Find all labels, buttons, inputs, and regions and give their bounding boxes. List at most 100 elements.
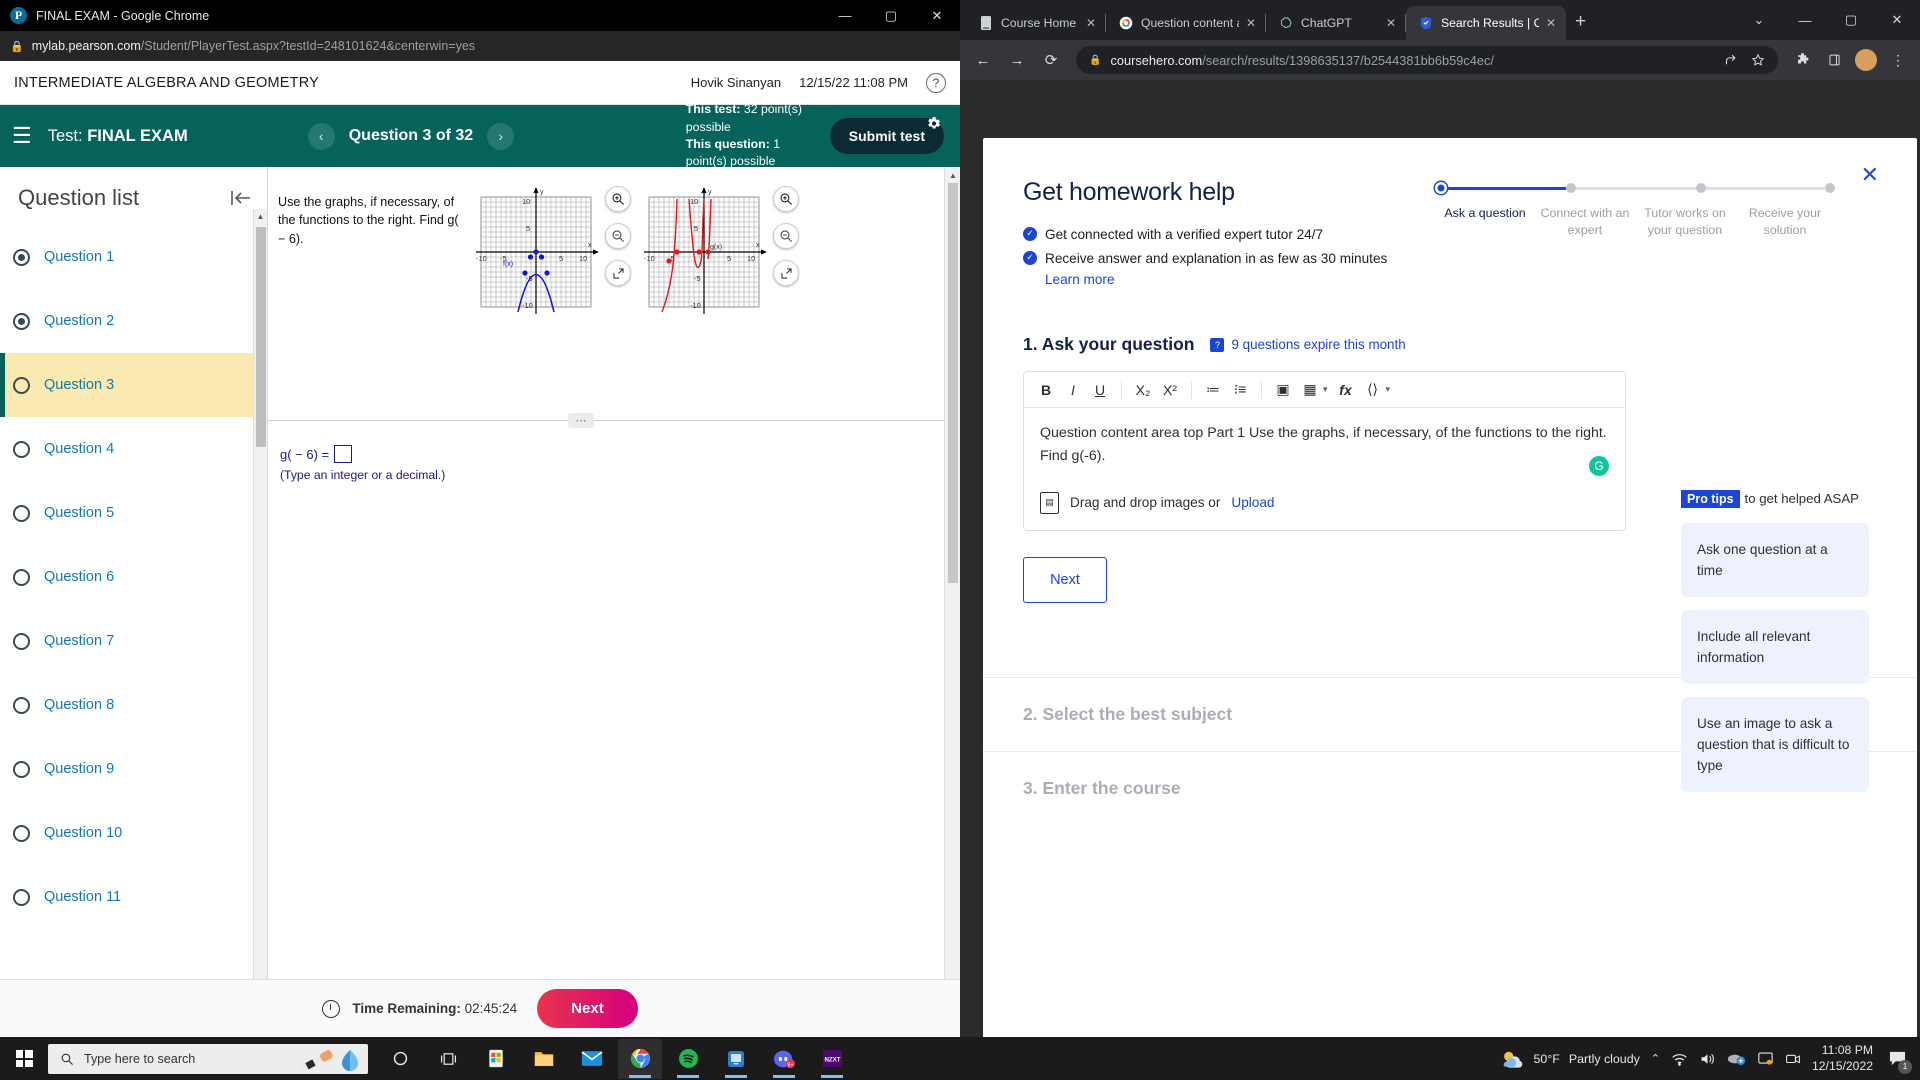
question-textarea[interactable]: Question content area top Part 1 Use the… — [1024, 408, 1625, 477]
network-icon[interactable] — [1727, 1052, 1746, 1066]
table-icon[interactable]: ▦ — [1298, 378, 1322, 402]
next-question-button-footer[interactable]: Next — [537, 989, 638, 1028]
question-list-item[interactable]: Question 9 — [0, 737, 267, 801]
minimize-button[interactable]: — — [822, 0, 868, 31]
hamburger-menu-icon[interactable]: ☰ — [12, 125, 32, 147]
close-icon[interactable]: ✕ — [1861, 162, 1879, 188]
notification-icon[interactable]: 1 — [1884, 1046, 1912, 1074]
image-dropzone[interactable]: ▤ Drag and drop images or Upload — [1024, 478, 1625, 530]
page-scrollbar-thumb[interactable] — [948, 183, 958, 583]
zoom-out-icon[interactable] — [773, 223, 799, 249]
question-list-item[interactable]: Question 3 — [0, 353, 267, 417]
page-scroll-up-icon[interactable]: ▲ — [945, 167, 960, 183]
maximize-button[interactable]: ▢ — [868, 0, 914, 31]
forward-button[interactable]: → — [1002, 45, 1032, 75]
task-view-icon[interactable] — [426, 1039, 470, 1079]
dialog-next-button[interactable]: Next — [1023, 556, 1107, 603]
answer-input[interactable] — [334, 445, 353, 463]
panel-icon[interactable] — [1820, 46, 1848, 74]
prev-question-button[interactable]: ‹ — [307, 122, 335, 150]
tray-chevron-icon[interactable]: ⌃ — [1651, 1052, 1660, 1065]
wifi-icon[interactable] — [1671, 1052, 1688, 1066]
reload-button[interactable]: ⟳ — [1036, 45, 1066, 75]
superscript-icon[interactable]: X² — [1158, 378, 1182, 402]
discord-icon[interactable]: 9+ — [762, 1039, 806, 1079]
bold-icon[interactable]: B — [1034, 378, 1058, 402]
avatar-icon[interactable] — [1852, 46, 1880, 74]
collapse-panel-icon[interactable] — [229, 188, 253, 208]
resize-handle[interactable]: ⋯ — [568, 413, 594, 428]
chrome-tabsearch-button[interactable]: ⌄ — [1736, 12, 1782, 28]
question-list-item[interactable]: Question 11 — [0, 865, 267, 925]
upload-link[interactable]: Upload — [1231, 495, 1274, 510]
chrome-tab[interactable]: Search Results | Cou ✕ — [1406, 6, 1566, 40]
question-list-item[interactable]: Question 6 — [0, 545, 267, 609]
address-bar[interactable]: 🔒 coursehero.com/search/results/13986351… — [1076, 46, 1778, 74]
question-list-item[interactable]: Question 1 — [0, 225, 267, 289]
back-button[interactable]: ← — [968, 45, 998, 75]
mail-icon[interactable] — [570, 1039, 614, 1079]
chrome-tab[interactable]: Course Home ✕ — [966, 6, 1106, 40]
question-list-scroll[interactable]: Question 1 Question 2 Question 3 Question 4… — [0, 225, 267, 925]
close-button[interactable]: ✕ — [914, 0, 960, 31]
next-question-button[interactable]: › — [487, 122, 515, 150]
learn-more-link[interactable]: Learn more — [1045, 272, 1115, 287]
file-explorer-icon[interactable] — [522, 1039, 566, 1079]
subscript-icon[interactable]: X₂ — [1131, 378, 1155, 402]
italic-icon[interactable]: I — [1061, 378, 1085, 402]
nzxt-icon[interactable]: NZXT — [810, 1039, 854, 1079]
tab-close-icon[interactable]: ✕ — [1246, 16, 1256, 30]
underline-icon[interactable]: U — [1088, 378, 1112, 402]
chevron-down-icon[interactable]: ▾ — [1323, 384, 1328, 395]
maximize-button[interactable]: ▢ — [1828, 12, 1874, 28]
bullet-list-icon[interactable]: ⁝≡ — [1228, 378, 1252, 402]
question-list-item[interactable]: Question 5 — [0, 481, 267, 545]
grammarly-icon[interactable]: G — [1589, 455, 1609, 476]
star-icon[interactable] — [1751, 53, 1765, 67]
question-list-item[interactable]: Question 8 — [0, 673, 267, 737]
question-list-item[interactable]: Question 10 — [0, 801, 267, 865]
chrome-tab[interactable]: Question content ar ✕ — [1106, 6, 1266, 40]
page-scrollbar[interactable]: ▲ ▼ — [944, 167, 960, 1021]
questions-expire-notice[interactable]: ? 9 questions expire this month — [1210, 337, 1406, 352]
expand-icon[interactable] — [605, 260, 631, 286]
question-list-scrollbar[interactable]: ▲ ▼ — [253, 209, 267, 1021]
question-list-item[interactable]: Question 4 — [0, 417, 267, 481]
formula-icon[interactable]: fx — [1334, 378, 1358, 402]
question-list-item[interactable]: Question 2 — [0, 289, 267, 353]
chrome-icon[interactable] — [618, 1038, 662, 1079]
tab-close-icon[interactable]: ✕ — [1386, 16, 1396, 30]
zoom-in-icon[interactable] — [605, 186, 631, 212]
help-icon[interactable]: ? — [926, 72, 946, 93]
numbered-list-icon[interactable]: ≔ — [1201, 378, 1225, 402]
code-icon[interactable]: ⟨⟩ — [1361, 378, 1385, 402]
zoom-out-icon[interactable] — [605, 223, 631, 249]
remote-desktop-icon[interactable] — [714, 1039, 758, 1079]
volume-icon[interactable] — [1699, 1052, 1716, 1066]
share-icon[interactable] — [1723, 53, 1737, 67]
weather-widget[interactable]: 50°F Partly cloudy — [1501, 1049, 1640, 1069]
spotify-icon[interactable] — [666, 1039, 710, 1079]
gear-icon[interactable] — [925, 115, 942, 132]
cortana-icon[interactable] — [378, 1039, 422, 1079]
close-button[interactable]: ✕ — [1874, 12, 1920, 28]
search-input[interactable]: Type here to search — [48, 1043, 368, 1074]
screen-icon[interactable] — [1757, 1051, 1774, 1066]
chrome-menu-icon[interactable]: ⋮ — [1884, 46, 1912, 74]
question-list-item[interactable]: Question 7 — [0, 609, 267, 673]
scroll-up-icon[interactable]: ▲ — [254, 209, 267, 223]
expand-icon[interactable] — [773, 260, 799, 286]
image-icon[interactable]: ▣ — [1271, 378, 1295, 402]
start-button[interactable] — [0, 1050, 48, 1067]
clock-widget[interactable]: 11:08 PM 12/15/2022 — [1812, 1043, 1873, 1075]
zoom-in-icon[interactable] — [773, 186, 799, 212]
microsoft-store-icon[interactable] — [474, 1039, 518, 1079]
puzzle-icon[interactable] — [1788, 46, 1816, 74]
chrome-tab[interactable]: ChatGPT ✕ — [1266, 6, 1406, 40]
tab-close-icon[interactable]: ✕ — [1546, 16, 1556, 30]
chevron-down-icon[interactable]: ▾ — [1386, 384, 1391, 395]
camera-icon[interactable] — [1785, 1051, 1801, 1066]
tab-close-icon[interactable]: ✕ — [1086, 16, 1096, 30]
new-tab-button[interactable]: + — [1575, 11, 1586, 33]
pearson-url-bar[interactable]: 🔒 mylab.pearson.com/Student/PlayerTest.a… — [0, 31, 960, 61]
